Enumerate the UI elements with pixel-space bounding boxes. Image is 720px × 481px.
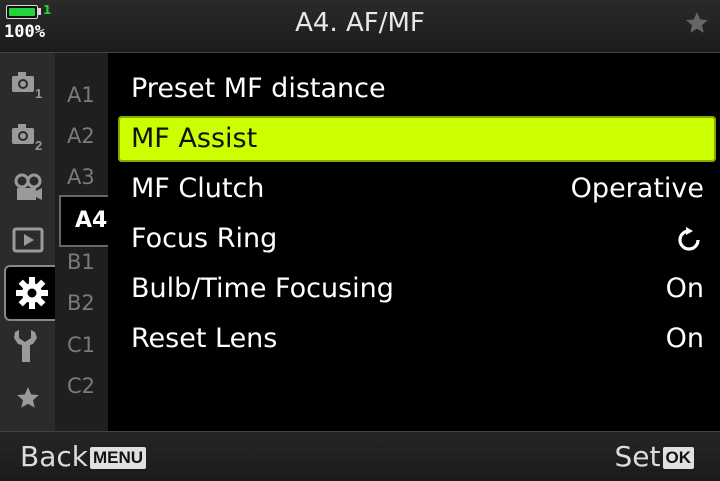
menu-item-value: On [665, 273, 704, 304]
menu-item-focus-ring[interactable]: Focus Ring [118, 216, 716, 262]
sub-tab-column: A1 A2 A3 A4 B1 B2 C1 C2 [55, 53, 108, 431]
menu-list: Preset MF distance MF Assist MF Clutch O… [108, 53, 720, 431]
playback-icon[interactable] [0, 217, 55, 263]
menu-item-label: MF Assist [131, 123, 258, 154]
tab-c1[interactable]: C1 [67, 333, 107, 357]
svg-text:1: 1 [35, 86, 42, 100]
back-button[interactable]: Back MENU [20, 440, 147, 473]
top-bar: 1 100% A4. AF/MF [0, 0, 720, 53]
gear-icon[interactable] [4, 265, 57, 321]
menu-item-reset-lens[interactable]: Reset Lens On [118, 316, 716, 362]
tab-a1[interactable]: A1 [67, 83, 107, 107]
wrench-icon[interactable] [0, 323, 55, 369]
camera-1-icon[interactable]: 1 [0, 61, 55, 107]
tab-a2[interactable]: A2 [67, 124, 107, 148]
menu-item-bulb-time-focusing[interactable]: Bulb/Time Focusing On [118, 266, 716, 312]
tab-b1[interactable]: B1 [67, 250, 107, 274]
menu-item-label: MF Clutch [131, 173, 265, 204]
svg-text:2: 2 [35, 138, 42, 152]
menu-item-label: Reset Lens [131, 323, 278, 354]
tab-a3[interactable]: A3 [67, 165, 107, 189]
ok-button-badge: OK [662, 447, 694, 469]
video-camera-icon[interactable] [0, 165, 55, 211]
rotate-clockwise-icon [678, 227, 700, 251]
menu-item-label: Preset MF distance [131, 73, 386, 104]
tab-b2[interactable]: B2 [67, 291, 107, 315]
menu-item-value: On [665, 323, 704, 354]
menu-item-value: Operative [570, 173, 704, 204]
set-button[interactable]: Set OK [615, 440, 694, 473]
menu-item-preset-mf-distance[interactable]: Preset MF distance [118, 66, 716, 112]
category-sidebar: 1 2 [0, 53, 57, 431]
menu-button-badge: MENU [89, 447, 147, 469]
menu-item-mf-assist[interactable]: MF Assist [118, 116, 716, 162]
tab-a4[interactable]: A4 [59, 195, 108, 247]
menu-item-label: Bulb/Time Focusing [131, 273, 394, 304]
menu-item-label: Focus Ring [131, 223, 278, 254]
menu-item-mf-clutch[interactable]: MF Clutch Operative [118, 166, 716, 212]
page-title: A4. AF/MF [295, 8, 425, 38]
star-icon [686, 12, 708, 33]
star-icon[interactable] [0, 375, 55, 421]
camera-2-icon[interactable]: 2 [0, 113, 55, 159]
bottom-bar: Back MENU Set OK [0, 431, 720, 481]
tab-c2[interactable]: C2 [67, 374, 107, 398]
